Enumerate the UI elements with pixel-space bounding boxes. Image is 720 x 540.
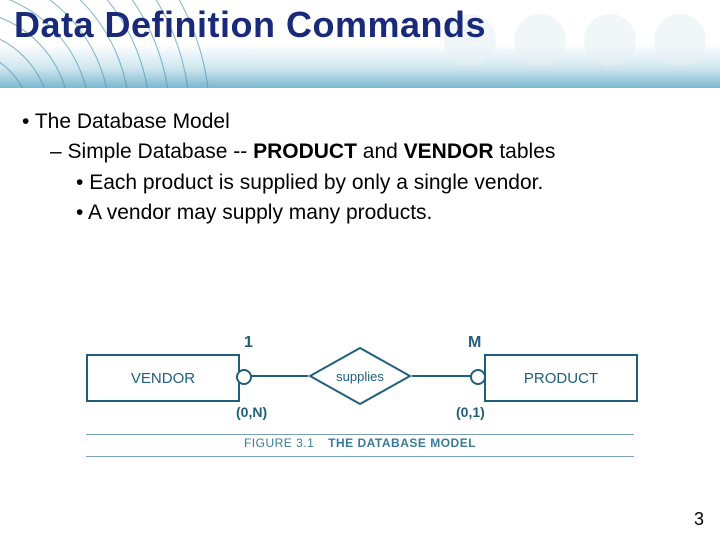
- text: Simple Database --: [68, 140, 254, 163]
- bullet-level1: The Database Model: [22, 108, 698, 136]
- text: and: [357, 140, 404, 163]
- entity-vendor: VENDOR: [86, 354, 240, 402]
- bullet-level3: Each product is supplied by only a singl…: [76, 169, 698, 197]
- cardinality-min-max: (0,N): [236, 404, 267, 420]
- entity-label: VENDOR: [131, 370, 195, 387]
- relationship-diamond: supplies: [308, 346, 412, 406]
- content: The Database Model Simple Database -- PR…: [22, 108, 698, 229]
- text-bold: PRODUCT: [253, 140, 357, 163]
- page-number: 3: [694, 509, 704, 530]
- participation-circle: [236, 369, 252, 385]
- cardinality-min-max: (0,1): [456, 404, 485, 420]
- bullet-level3: A vendor may supply many products.: [76, 199, 698, 227]
- text-bold: VENDOR: [404, 140, 494, 163]
- header: Data Definition Commands: [0, 0, 720, 88]
- cardinality-many: M: [468, 334, 481, 352]
- participation-circle: [470, 369, 486, 385]
- slide: Data Definition Commands The Database Mo…: [0, 0, 720, 540]
- bullet-level2: Simple Database -- PRODUCT and VENDOR ta…: [50, 138, 698, 166]
- figure-caption: FIGURE 3.1 THE DATABASE MODEL: [86, 436, 634, 450]
- caption-rule: [86, 456, 634, 457]
- entity-label: PRODUCT: [524, 370, 598, 387]
- caption-rule: [86, 434, 634, 435]
- relationship-label: supplies: [336, 369, 384, 384]
- entity-product: PRODUCT: [484, 354, 638, 402]
- page-title: Data Definition Commands: [14, 4, 486, 46]
- text: tables: [494, 140, 556, 163]
- er-diagram: VENDOR PRODUCT supplies 1 M (0,N) (0,1) …: [86, 328, 634, 468]
- cardinality-one: 1: [244, 334, 253, 352]
- figure-title: THE DATABASE MODEL: [328, 436, 476, 450]
- figure-number: FIGURE 3.1: [244, 436, 314, 450]
